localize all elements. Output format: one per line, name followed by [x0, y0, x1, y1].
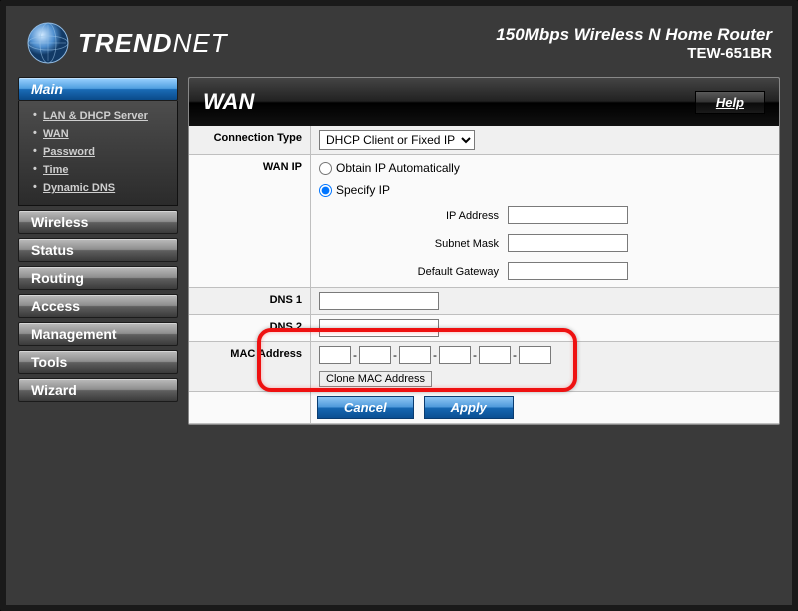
- ip-address-input[interactable]: [508, 206, 628, 224]
- mac-seg-4[interactable]: [479, 346, 511, 364]
- nav-wireless[interactable]: Wireless: [18, 210, 178, 234]
- brand-text: TRENDNET: [78, 28, 228, 59]
- nav-item-lan-dhcp[interactable]: LAN & DHCP Server: [19, 107, 177, 125]
- nav-management[interactable]: Management: [18, 322, 178, 346]
- nav-main[interactable]: Main: [18, 77, 178, 101]
- mac-seg-0[interactable]: [319, 346, 351, 364]
- product-model: TEW-651BR: [496, 45, 772, 62]
- nav-tools[interactable]: Tools: [18, 350, 178, 374]
- label-connection-type: Connection Type: [189, 126, 311, 154]
- nav-wizard[interactable]: Wizard: [18, 378, 178, 402]
- nav-routing[interactable]: Routing: [18, 266, 178, 290]
- nav-status[interactable]: Status: [18, 238, 178, 262]
- radio-specify-ip-input[interactable]: [319, 184, 332, 197]
- apply-button[interactable]: Apply: [424, 396, 514, 419]
- sidebar: Main LAN & DHCP Server WAN Password Time…: [18, 77, 178, 425]
- subnet-mask-input[interactable]: [508, 234, 628, 252]
- brand-logo: TRENDNET: [26, 21, 228, 65]
- dns1-input[interactable]: [319, 292, 439, 310]
- mac-seg-3[interactable]: [439, 346, 471, 364]
- dns2-input[interactable]: [319, 319, 439, 337]
- page-title: WAN: [203, 89, 254, 115]
- label-default-gateway: Default Gateway: [389, 266, 499, 278]
- label-ip-address: IP Address: [389, 210, 499, 222]
- mac-seg-5[interactable]: [519, 346, 551, 364]
- default-gateway-input[interactable]: [508, 262, 628, 280]
- label-dns1: DNS 1: [189, 288, 311, 314]
- header: TRENDNET 150Mbps Wireless N Home Router …: [18, 21, 780, 77]
- nav-item-password[interactable]: Password: [19, 143, 177, 161]
- nav-access[interactable]: Access: [18, 294, 178, 318]
- mac-seg-2[interactable]: [399, 346, 431, 364]
- connection-type-select[interactable]: DHCP Client or Fixed IP: [319, 130, 475, 150]
- clone-mac-button[interactable]: Clone MAC Address: [319, 371, 432, 387]
- cancel-button[interactable]: Cancel: [317, 396, 414, 419]
- label-mac-address: MAC Address: [189, 342, 311, 391]
- nav-item-wan[interactable]: WAN: [19, 125, 177, 143]
- label-subnet-mask: Subnet Mask: [389, 238, 499, 250]
- radio-obtain-ip-input[interactable]: [319, 162, 332, 175]
- help-button[interactable]: Help: [695, 91, 765, 114]
- radio-obtain-ip[interactable]: Obtain IP Automatically: [319, 159, 771, 177]
- radio-specify-ip[interactable]: Specify IP: [319, 181, 771, 199]
- nav-item-dynamic-dns[interactable]: Dynamic DNS: [19, 179, 177, 197]
- content-panel: WAN Help Connection Type DHCP Client or …: [188, 77, 780, 425]
- globe-icon: [26, 21, 70, 65]
- mac-seg-1[interactable]: [359, 346, 391, 364]
- nav-item-time[interactable]: Time: [19, 161, 177, 179]
- label-wan-ip: WAN IP: [189, 155, 311, 287]
- product-title: 150Mbps Wireless N Home Router: [496, 25, 772, 45]
- label-dns2: DNS 2: [189, 315, 311, 341]
